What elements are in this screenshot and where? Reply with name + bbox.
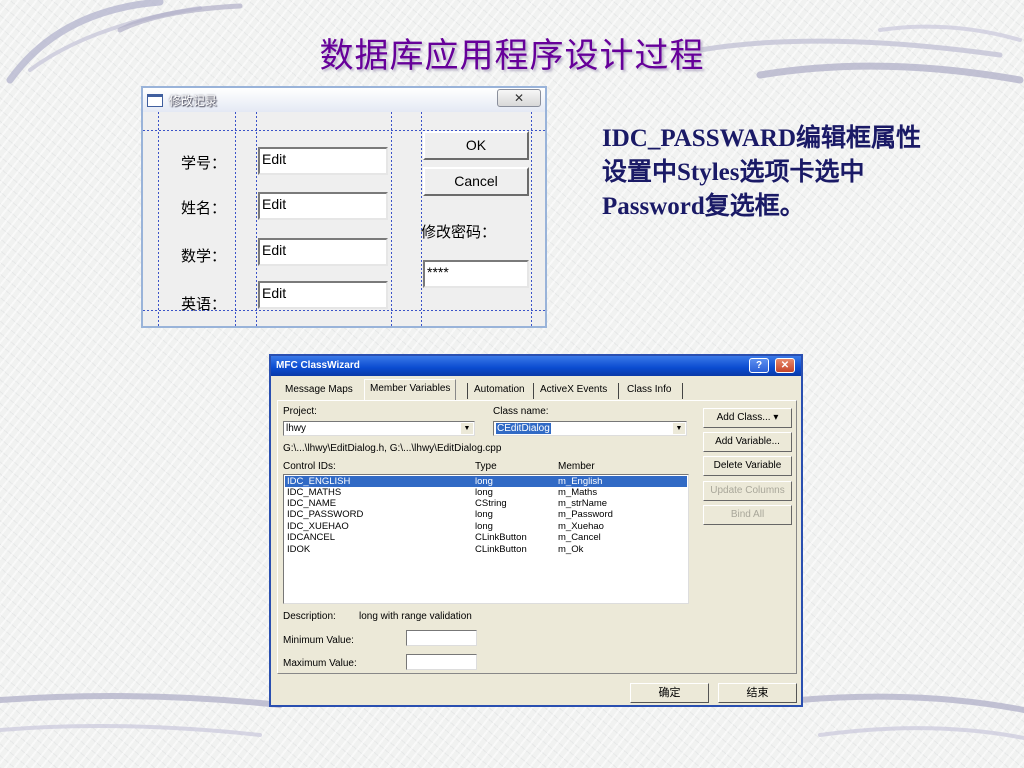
control-type: CLinkButton <box>475 532 527 543</box>
tab-class-info[interactable]: Class Info <box>622 381 676 400</box>
dialog-titlebar: 修改记录 ✕ <box>143 88 545 112</box>
english-edit[interactable]: Edit <box>258 281 388 309</box>
classwizard-title: MFC ClassWizard <box>276 360 360 371</box>
control-member: m_Ok <box>558 544 584 555</box>
member-variables-panel: Project: lhwy ▼ Class name: CEditDialog … <box>277 400 797 674</box>
close-button[interactable]: ✕ <box>775 358 795 373</box>
tab-activex-events[interactable]: ActiveX Events <box>535 381 612 400</box>
list-item[interactable]: IDC_XUEHAO long m_Xuehao <box>285 521 687 532</box>
field-label-name: 姓名： <box>181 199 227 217</box>
guide-line <box>391 112 392 326</box>
list-item[interactable]: IDC_NAME CString m_strName <box>285 498 687 509</box>
list-item[interactable]: IDCANCEL CLinkButton m_Cancel <box>285 532 687 543</box>
control-ids-header: Control IDs: <box>283 461 336 472</box>
control-type: CString <box>475 498 507 509</box>
control-type: long <box>475 476 493 487</box>
type-header: Type <box>475 461 497 472</box>
control-id: IDCANCEL <box>287 532 336 543</box>
project-value: lhwy <box>286 423 307 434</box>
control-id: IDOK <box>287 544 311 555</box>
password-label: 修改密码： <box>421 223 497 241</box>
control-ids-list[interactable]: IDC_ENGLISH long m_English IDC_MATHS lon… <box>283 474 689 604</box>
field-label-math: 数学： <box>181 247 227 265</box>
help-button[interactable]: ? <box>749 358 769 373</box>
class-name-value: CEditDialog <box>496 423 551 434</box>
minimum-value-input[interactable] <box>406 630 477 646</box>
guide-line <box>421 112 422 326</box>
slide-title: 数据库应用程序设计过程 <box>319 36 705 76</box>
update-columns-button[interactable]: Update Columns <box>703 481 792 501</box>
minimum-value-label: Minimum Value: <box>283 635 354 646</box>
control-member: m_Xuehao <box>558 521 604 532</box>
description-value: long with range validation <box>359 611 472 622</box>
tab-separator <box>467 383 468 399</box>
control-id: IDC_NAME <box>287 498 337 509</box>
control-member: m_Password <box>558 509 613 520</box>
control-member: m_Maths <box>558 487 598 498</box>
control-type: CLinkButton <box>475 544 527 555</box>
member-header: Member <box>558 461 595 472</box>
control-type: long <box>475 521 493 532</box>
delete-variable-button[interactable]: Delete Variable <box>703 456 792 476</box>
close-button[interactable]: ✕ <box>497 89 541 107</box>
control-type: long <box>475 487 493 498</box>
guide-line <box>256 112 257 326</box>
guide-line <box>235 112 236 326</box>
control-id: IDC_MATHS <box>287 487 342 498</box>
add-variable-button[interactable]: Add Variable... <box>703 432 792 452</box>
math-edit[interactable]: Edit <box>258 238 388 266</box>
classwizard-titlebar: MFC ClassWizard ? ✕ <box>271 356 801 376</box>
field-label-xuehao: 学号： <box>181 154 227 172</box>
control-type: long <box>475 509 493 520</box>
control-member: m_English <box>558 476 603 487</box>
tab-automation[interactable]: Automation <box>469 381 530 400</box>
add-class-button[interactable]: Add Class... ▾ <box>703 408 792 428</box>
control-id: IDC_PASSWORD <box>287 509 364 520</box>
project-label: Project: <box>283 406 317 417</box>
tab-separator <box>533 383 534 399</box>
cancel-button[interactable]: Cancel <box>423 167 529 196</box>
control-id: IDC_ENGLISH <box>287 476 351 487</box>
tab-separator <box>682 383 683 399</box>
slide-note: IDC_PASSWARD编辑框属性设置中Styles选项卡选中Password复… <box>602 125 922 220</box>
class-wizard-dialog: MFC ClassWizard ? ✕ Message Maps Member … <box>269 354 803 707</box>
guide-line <box>158 112 159 326</box>
field-label-english: 英语： <box>181 295 227 313</box>
project-combo[interactable]: lhwy ▼ <box>283 421 475 436</box>
ok-button[interactable]: OK <box>423 131 529 160</box>
tab-separator <box>618 383 619 399</box>
confirm-button[interactable]: 确定 <box>630 683 709 703</box>
tab-message-maps[interactable]: Message Maps <box>280 381 358 400</box>
chevron-down-icon: ▼ <box>673 423 685 434</box>
class-name-combo[interactable]: CEditDialog ▼ <box>493 421 687 436</box>
window-icon <box>147 94 163 107</box>
class-name-label: Class name: <box>493 406 549 417</box>
list-item[interactable]: IDOK CLinkButton m_Ok <box>285 544 687 555</box>
dialog-title: 修改记录 <box>169 94 218 108</box>
edit-record-dialog: 修改记录 ✕ 学号： 姓名： 数学： 英语： Edit Edit Edit Ed… <box>141 86 547 328</box>
control-id: IDC_XUEHAO <box>287 521 349 532</box>
list-item[interactable]: IDC_PASSWORD long m_Password <box>285 509 687 520</box>
maximum-value-input[interactable] <box>406 654 477 670</box>
description-label: Description: <box>283 611 336 622</box>
bind-all-button[interactable]: Bind All <box>703 505 792 525</box>
tab-member-variables[interactable]: Member Variables <box>364 379 457 401</box>
control-member: m_Cancel <box>558 532 601 543</box>
control-member: m_strName <box>558 498 608 509</box>
password-edit[interactable]: **** <box>423 260 529 288</box>
end-button[interactable]: 结束 <box>718 683 797 703</box>
maximum-value-label: Maximum Value: <box>283 658 357 669</box>
files-path: G:\...\lhwy\EditDialog.h, G:\...\lhwy\Ed… <box>283 443 502 454</box>
xuehao-edit[interactable]: Edit <box>258 147 388 175</box>
guide-line <box>531 112 532 326</box>
list-item[interactable]: IDC_MATHS long m_Maths <box>285 487 687 498</box>
name-edit[interactable]: Edit <box>258 192 388 220</box>
list-item[interactable]: IDC_ENGLISH long m_English <box>285 476 687 487</box>
chevron-down-icon: ▼ <box>461 423 473 434</box>
